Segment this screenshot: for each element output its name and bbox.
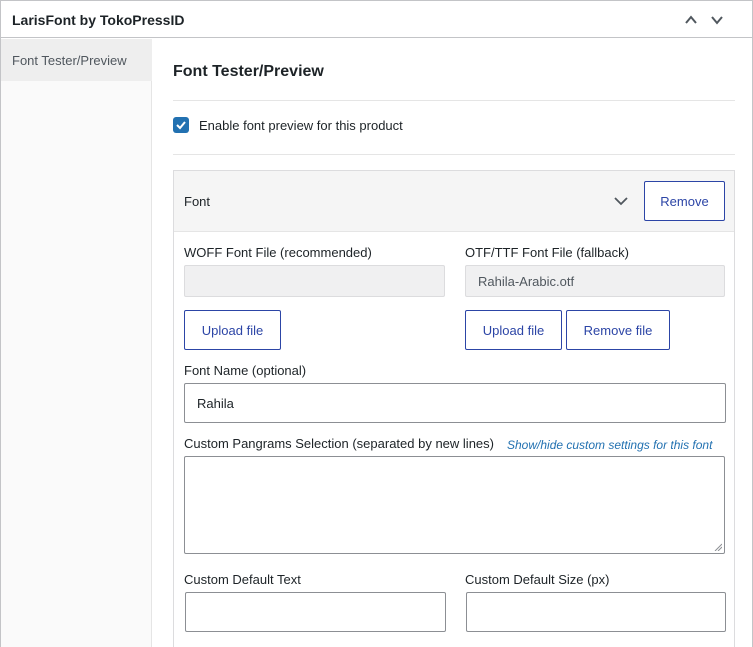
divider (173, 100, 735, 101)
enable-preview-label: Enable font preview for this product (199, 117, 403, 133)
chevron-down-icon[interactable] (707, 10, 727, 30)
larisfont-metabox: LarisFont by TokoPressID Font Tester/Pre… (0, 0, 753, 647)
resize-handle-icon[interactable] (714, 543, 722, 551)
metabox-header: LarisFont by TokoPressID (1, 1, 752, 38)
default-text-label: Custom Default Text (184, 572, 301, 587)
woff-label: WOFF Font File (recommended) (184, 245, 372, 260)
font-tester-panel: Font Tester/Preview Enable font preview … (153, 39, 752, 647)
pangrams-label: Custom Pangrams Selection (separated by … (184, 436, 494, 451)
default-text-input[interactable] (185, 592, 446, 632)
woff-file-field[interactable] (184, 265, 445, 297)
font-name-label: Font Name (optional) (184, 363, 307, 378)
sidebar-item-label: Font Tester/Preview (12, 53, 127, 68)
font-item-title: Font (184, 194, 211, 209)
font-item: Font Remove WOFF Font File (recommended)… (173, 170, 735, 647)
metabox-sidebar: Font Tester/Preview (1, 39, 152, 647)
toggle-custom-settings-link[interactable]: Show/hide custom settings for this font (507, 438, 712, 452)
default-size-input[interactable] (466, 592, 726, 632)
font-name-input[interactable]: Rahila (184, 383, 726, 423)
otf-upload-button[interactable]: Upload file (465, 310, 562, 350)
otf-remove-file-button[interactable]: Remove file (566, 310, 670, 350)
panel-title: Font Tester/Preview (173, 63, 324, 80)
metabox-title: LarisFont by TokoPressID (12, 12, 185, 28)
woff-upload-button[interactable]: Upload file (184, 310, 281, 350)
otf-file-field[interactable]: Rahila-Arabic.otf (465, 265, 725, 297)
pangrams-textarea[interactable] (184, 456, 725, 554)
enable-preview-checkbox[interactable] (173, 117, 189, 133)
divider (173, 154, 735, 155)
font-item-header[interactable]: Font Remove (174, 171, 734, 232)
chevron-up-icon[interactable] (681, 10, 701, 30)
chevron-down-icon[interactable] (612, 192, 630, 210)
otf-label: OTF/TTF Font File (fallback) (465, 245, 629, 260)
enable-preview-row: Enable font preview for this product (173, 117, 403, 133)
remove-font-button[interactable]: Remove (644, 181, 725, 221)
default-size-label: Custom Default Size (px) (465, 572, 610, 587)
sidebar-item-font-tester[interactable]: Font Tester/Preview (1, 39, 152, 81)
